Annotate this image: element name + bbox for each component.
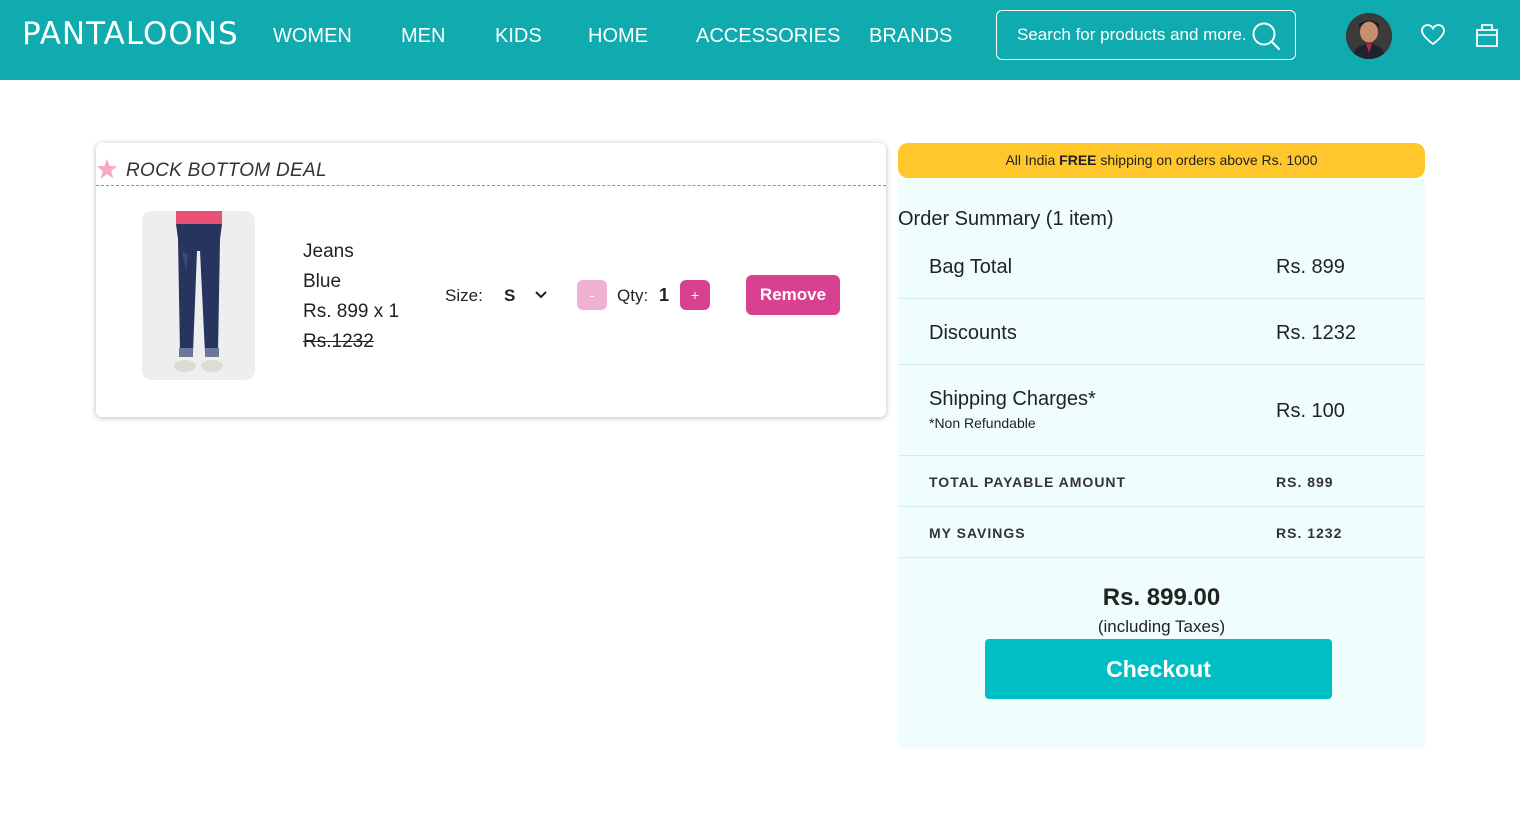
search-input[interactable] <box>1017 25 1247 45</box>
user-avatar[interactable] <box>1346 13 1392 59</box>
my-savings-value: RS. 1232 <box>1276 525 1343 541</box>
order-summary-panel: Order Summary (1 item) Bag Total Rs. 899… <box>898 178 1425 748</box>
bag-total-row: Bag Total Rs. 899 <box>898 236 1425 299</box>
shipping-charges-label: Shipping Charges* <box>929 388 1096 410</box>
product-original-price: Rs.1232 <box>303 331 374 352</box>
banner-text-free: FREE <box>1059 152 1097 168</box>
cart-item-card: ROCK BOTTOM DEAL Jeans Blue Rs. 899 x 1 … <box>96 143 886 417</box>
qty-label: Qty: <box>617 286 649 305</box>
my-savings-row: MY SAVINGS RS. 1232 <box>898 507 1425 558</box>
product-color: Blue <box>303 271 342 292</box>
total-payable-row: TOTAL PAYABLE AMOUNT RS. 899 <box>898 456 1425 507</box>
search-icon[interactable] <box>1251 21 1281 51</box>
discounts-row: Discounts Rs. 1232 <box>898 299 1425 365</box>
nav-women[interactable]: WOMEN <box>273 25 352 48</box>
free-shipping-banner: All India FREE shipping on orders above … <box>898 143 1425 178</box>
order-summary-title: Order Summary (1 item) <box>898 208 1114 230</box>
banner-text-pre: All India <box>1005 152 1060 168</box>
discounts-label: Discounts <box>929 322 1017 344</box>
nav-brands[interactable]: BRANDS <box>869 25 952 48</box>
nav-men[interactable]: MEN <box>401 25 445 48</box>
nav-accessories[interactable]: ACCESSORIES <box>696 25 840 48</box>
total-payable-value: RS. 899 <box>1276 474 1334 490</box>
bag-total-label: Bag Total <box>929 256 1013 278</box>
product-name: Jeans <box>303 241 354 262</box>
wishlist-heart-icon[interactable] <box>1420 22 1446 48</box>
size-value: S <box>504 286 516 305</box>
star-icon <box>97 159 117 179</box>
top-header: PANTALOONS WOMEN MEN KIDS HOME ACCESSORI… <box>0 0 1520 80</box>
search-box[interactable] <box>996 10 1296 60</box>
remove-button[interactable]: Remove <box>746 275 840 315</box>
nav-home[interactable]: HOME <box>588 25 648 48</box>
tax-note: (including Taxes) <box>1097 617 1226 636</box>
shipping-charges-row: Shipping Charges* *Non Refundable Rs. 10… <box>898 365 1425 456</box>
qty-decrease-button[interactable]: - <box>577 280 607 310</box>
grand-total: Rs. 899.00 <box>1102 584 1221 611</box>
deal-label: ROCK BOTTOM DEAL <box>126 160 327 181</box>
shipping-charges-value: Rs. 100 <box>1276 400 1345 422</box>
chevron-down-icon <box>535 291 547 299</box>
deal-header: ROCK BOTTOM DEAL <box>96 143 886 186</box>
my-savings-label: MY SAVINGS <box>929 525 1026 541</box>
nav-kids[interactable]: KIDS <box>495 25 542 48</box>
shopping-bag-icon[interactable] <box>1474 22 1500 48</box>
total-payable-label: TOTAL PAYABLE AMOUNT <box>929 474 1127 490</box>
bag-total-value: Rs. 899 <box>1276 256 1345 278</box>
qty-increase-button[interactable]: + <box>680 280 710 310</box>
qty-value: 1 <box>659 285 670 305</box>
non-refundable-note: *Non Refundable <box>929 415 1036 431</box>
product-image[interactable] <box>142 211 255 380</box>
brand-logo[interactable]: PANTALOONS <box>22 16 239 52</box>
discounts-value: Rs. 1232 <box>1276 322 1357 344</box>
banner-text-post: shipping on orders above Rs. 1000 <box>1096 152 1318 168</box>
size-label: Size: <box>445 286 483 305</box>
checkout-button[interactable]: Checkout <box>985 639 1332 699</box>
product-price: Rs. 899 x 1 <box>303 301 400 322</box>
size-select[interactable]: S <box>496 280 558 310</box>
